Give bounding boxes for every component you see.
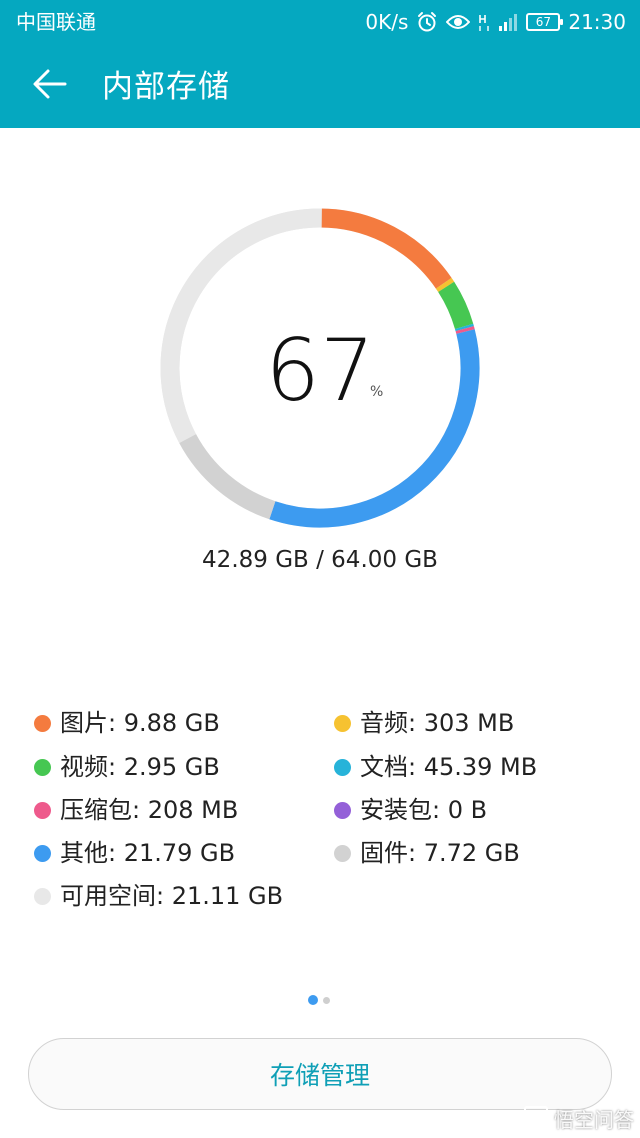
arrow-left-icon: [32, 68, 68, 104]
legend-item-audio: 音频: 303 MB: [334, 708, 514, 738]
page-dot-2[interactable]: [323, 996, 330, 1004]
eye-icon: [446, 12, 471, 32]
legend-dot: [334, 844, 351, 862]
donut-slice-1: [435, 277, 455, 293]
page-dot-1[interactable]: [308, 995, 318, 1005]
legend-dot: [334, 801, 351, 819]
legend-dot: [34, 801, 51, 819]
legend-label: 音频: 303 MB: [360, 709, 515, 737]
back-button[interactable]: [18, 54, 82, 118]
donut-slice-2: [438, 281, 474, 330]
legend-dot: [34, 714, 51, 732]
legend-label: 图片: 9.88 GB: [60, 709, 220, 737]
legend-item-images: 图片: 9.88 GB: [34, 708, 220, 738]
legend-dot: [334, 714, 351, 732]
legend-label: 安装包: 0 B: [360, 796, 488, 824]
legend-label: 视频: 2.95 GB: [60, 753, 220, 781]
watermark-text: 悟空问答: [554, 1108, 634, 1132]
legend-dot: [34, 758, 51, 776]
battery-icon: 67: [526, 13, 564, 31]
alarm-icon: [416, 11, 438, 33]
legend-item-other: 其他: 21.79 GB: [34, 838, 235, 868]
carrier-label: 中国联通: [16, 10, 96, 34]
chat-bubble-icon: [524, 1105, 548, 1132]
storage-donut-chart: 67 %: [160, 208, 480, 528]
usage-percent: 67: [265, 321, 375, 421]
legend-label: 压缩包: 208 MB: [60, 796, 239, 824]
legend-label: 其他: 21.79 GB: [60, 839, 236, 867]
legend-dot: [34, 887, 51, 905]
app-bar: 内部存储: [0, 44, 640, 128]
clock: 21:30: [568, 10, 626, 34]
legend-dot: [334, 758, 351, 776]
status-icons: 0K/s 67 21:30: [365, 8, 626, 36]
legend-label: 文档: 45.39 MB: [360, 753, 538, 781]
page-title: 内部存储: [102, 69, 230, 105]
legend-label: 固件: 7.72 GB: [360, 839, 520, 867]
legend-item-firmware: 固件: 7.72 GB: [334, 838, 520, 868]
legend-item-archives: 压缩包: 208 MB: [34, 795, 238, 825]
signal-icon: [498, 12, 518, 32]
legend-dot: [34, 844, 51, 862]
legend-label: 可用空间: 21.11 GB: [60, 882, 284, 910]
legend-item-video: 视频: 2.95 GB: [34, 752, 220, 782]
watermark: 悟空问答: [524, 1104, 634, 1133]
donut-slice-0: [319, 208, 452, 289]
legend-item-documents: 文档: 45.39 MB: [334, 752, 537, 782]
storage-manage-button[interactable]: 存储管理: [28, 1038, 612, 1110]
percent-unit: %: [370, 384, 384, 400]
net-speed: 0K/s: [365, 10, 409, 34]
usage-summary: 42.89 GB / 64.00 GB: [202, 547, 438, 573]
page-indicator: [308, 995, 330, 1005]
status-bar: 中国联通 0K/s 67 21:30: [0, 0, 640, 44]
legend-item-apks: 安装包: 0 B: [334, 795, 487, 825]
legend-item-free-space: 可用空间: 21.11 GB: [34, 881, 283, 911]
hd-icon: [478, 12, 490, 32]
donut-slice-7: [179, 433, 276, 520]
